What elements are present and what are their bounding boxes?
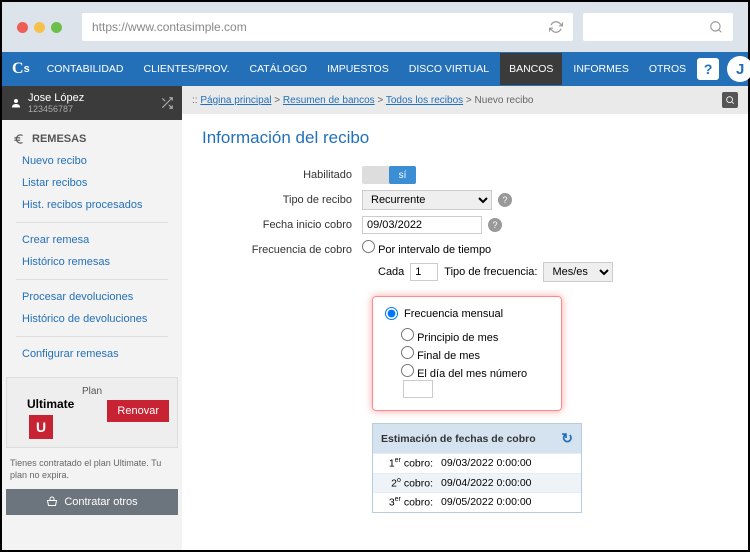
month-day-input[interactable]	[403, 380, 433, 398]
help-icon[interactable]: ?	[488, 218, 502, 232]
freq-type-label: Tipo de frecuencia:	[444, 266, 537, 278]
start-date-input[interactable]	[362, 216, 482, 234]
help-icon[interactable]: ?	[498, 193, 512, 207]
nav-catalogo[interactable]: CATÁLOGO	[241, 53, 317, 85]
bc-home[interactable]: Página principal	[200, 95, 271, 106]
monthly-label: Frecuencia mensual	[404, 308, 503, 320]
sidebar-crear-remesa[interactable]: Crear remesa	[2, 229, 182, 251]
month-start-radio[interactable]	[401, 328, 414, 341]
freq-label: Frecuencia de cobro	[202, 240, 362, 256]
user-name: Jose López	[28, 92, 84, 104]
bc-bancos[interactable]: Resumen de bancos	[283, 95, 375, 106]
divider	[16, 222, 168, 223]
monthly-radio[interactable]	[385, 307, 398, 320]
plan-description: Tienes contratado el plan Ultimate. Tu p…	[2, 454, 182, 485]
interval-radio[interactable]	[362, 240, 375, 253]
sidebar-header: REMESAS	[2, 128, 182, 150]
table-row: 1er cobro: 09/03/2022 0:00:00	[373, 453, 581, 473]
window-controls	[17, 22, 62, 33]
estimation-table: Estimación de fechas de cobro ↻ 1er cobr…	[372, 423, 582, 513]
each-label: Cada	[378, 266, 404, 278]
enabled-toggle[interactable]: sí	[362, 166, 416, 184]
bc-current: Nuevo recibo	[475, 95, 534, 106]
plan-label: Plan	[15, 386, 169, 397]
refresh-icon[interactable]	[549, 20, 563, 34]
basket-icon	[46, 496, 58, 508]
type-label: Tipo de recibo	[202, 194, 362, 206]
start-date-label: Fecha inicio cobro	[202, 219, 362, 231]
monthly-frequency-box: Frecuencia mensual Principio de mes Fina…	[372, 296, 562, 411]
top-nav: Cs CONTABILIDAD CLIENTES/PROV. CATÁLOGO …	[2, 52, 748, 86]
month-day-label[interactable]: El día del mes número	[401, 364, 549, 398]
nav-disco[interactable]: DISCO VIRTUAL	[400, 53, 498, 85]
month-end-label[interactable]: Final de mes	[401, 346, 549, 362]
sidebar-hist-recibos[interactable]: Hist. recibos procesados	[2, 194, 182, 216]
nav-contabilidad[interactable]: CONTABILIDAD	[38, 53, 133, 85]
table-row: 3er cobro: 09/05/2022 0:00:00	[373, 492, 581, 512]
nav-clientes[interactable]: CLIENTES/PROV.	[135, 53, 239, 85]
month-day-radio[interactable]	[401, 364, 414, 377]
logo[interactable]: Cs	[12, 55, 30, 83]
breadcrumb-search-button[interactable]	[722, 92, 738, 108]
nav-informes[interactable]: INFORMES	[564, 53, 637, 85]
sidebar-nuevo-recibo[interactable]: Nuevo recibo	[2, 150, 182, 172]
nav-bancos[interactable]: BANCOS	[500, 53, 562, 85]
each-input[interactable]	[410, 263, 438, 281]
nav-impuestos[interactable]: IMPUESTOS	[318, 53, 398, 85]
url-bar[interactable]: https://www.contasimple.com	[82, 13, 573, 41]
user-id: 123456787	[28, 104, 84, 114]
url-text: https://www.contasimple.com	[92, 20, 247, 34]
plan-badge: U	[29, 415, 53, 439]
month-end-radio[interactable]	[401, 346, 414, 359]
avatar[interactable]: J	[727, 56, 750, 82]
user-icon	[10, 97, 22, 109]
sidebar-config-remesas[interactable]: Configurar remesas	[2, 343, 182, 365]
enabled-label: Habilitado	[202, 169, 362, 181]
table-row: 2o cobro: 09/04/2022 0:00:00	[373, 473, 581, 493]
browser-search[interactable]	[583, 13, 733, 41]
renew-button[interactable]: Renovar	[107, 400, 169, 422]
help-button[interactable]: ?	[697, 58, 719, 80]
search-icon	[709, 20, 723, 34]
freq-type-select[interactable]: Mes/es	[543, 262, 613, 282]
interval-radio-label[interactable]: Por intervalo de tiempo	[362, 244, 491, 256]
nav-otros[interactable]: OTROS	[640, 53, 695, 85]
bc-recibos[interactable]: Todos los recibos	[386, 95, 463, 106]
type-select[interactable]: Recurrente	[362, 190, 492, 210]
user-block: Jose López 123456787	[2, 86, 182, 120]
month-start-label[interactable]: Principio de mes	[401, 328, 549, 344]
divider	[16, 279, 168, 280]
sidebar-procesar-dev[interactable]: Procesar devoluciones	[2, 286, 182, 308]
search-icon	[725, 95, 735, 105]
page-title: Información del recibo	[202, 128, 728, 148]
divider	[16, 336, 168, 337]
shuffle-icon[interactable]	[160, 96, 174, 110]
plan-box: Plan Ultimate U Renovar	[6, 377, 178, 448]
estimation-title: Estimación de fechas de cobro	[381, 433, 536, 445]
euro-icon	[12, 132, 26, 146]
sidebar-hist-dev[interactable]: Histórico de devoluciones	[2, 308, 182, 330]
contract-button[interactable]: Contratar otros	[6, 489, 178, 515]
breadcrumb: :: Página principal > Resumen de bancos …	[182, 86, 748, 114]
sidebar-hist-remesas[interactable]: Histórico remesas	[2, 251, 182, 273]
sidebar-listar-recibos[interactable]: Listar recibos	[2, 172, 182, 194]
reload-icon[interactable]: ↻	[561, 430, 573, 447]
